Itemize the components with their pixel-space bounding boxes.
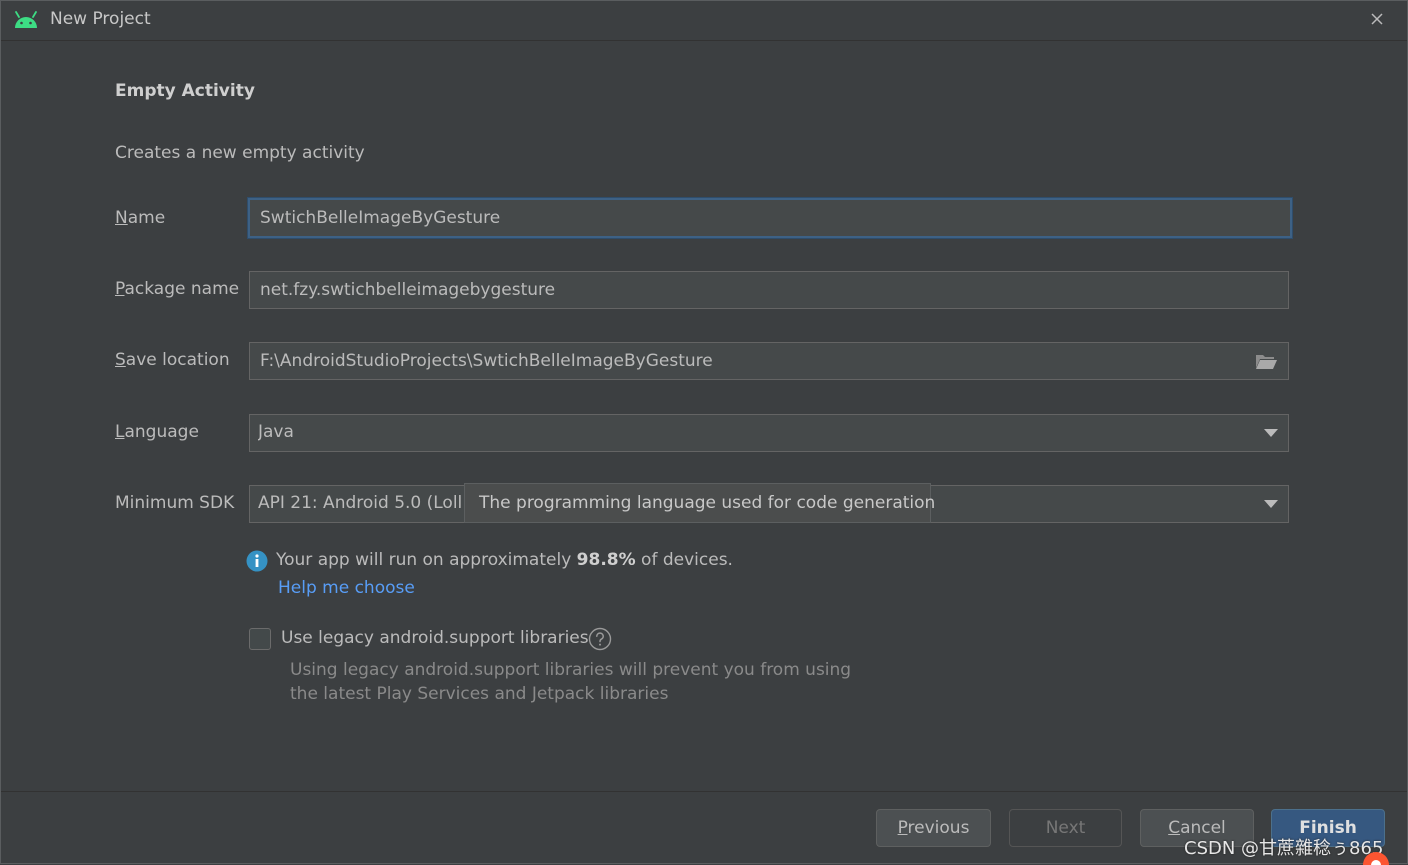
name-field[interactable] <box>248 198 1292 238</box>
footer-divider <box>1 791 1407 792</box>
help-question-icon[interactable] <box>588 627 612 651</box>
save-location-field[interactable] <box>249 342 1289 380</box>
previous-button[interactable]: Previous <box>876 809 991 847</box>
next-button[interactable]: Next <box>1009 809 1122 847</box>
save-location-label: Save location <box>115 350 230 370</box>
chevron-down-icon[interactable] <box>1264 429 1278 437</box>
chevron-down-icon[interactable] <box>1264 500 1278 508</box>
package-name-label: Package name <box>115 279 240 299</box>
new-project-dialog: New Project Empty Activity Creates a new… <box>0 0 1408 865</box>
minimum-sdk-selected-value: API 21: Android 5.0 (Lollipop) <box>258 493 463 513</box>
name-input[interactable] <box>250 200 1290 236</box>
title-bar: New Project <box>1 1 1407 41</box>
help-me-choose-link[interactable]: Help me choose <box>278 578 415 598</box>
name-label: Name <box>115 208 166 228</box>
folder-icon[interactable] <box>1254 351 1278 371</box>
window-title: New Project <box>50 9 151 29</box>
legacy-support-checkbox[interactable] <box>249 628 271 650</box>
language-label: Language <box>115 422 199 442</box>
info-icon <box>246 550 268 572</box>
csdn-watermark: CSDN @甘蔗雜稔ぅ865 <box>1184 838 1384 859</box>
legacy-support-label[interactable]: Use legacy android.support libraries <box>281 628 589 648</box>
language-tooltip: The programming language used for code g… <box>464 483 935 523</box>
package-name-field[interactable] <box>249 271 1289 309</box>
close-icon[interactable] <box>1367 9 1387 29</box>
csdn-logo-icon <box>1363 852 1389 865</box>
save-location-input[interactable] <box>250 343 1244 379</box>
device-coverage-text: Your app will run on approximately 98.8%… <box>276 550 733 570</box>
package-name-input[interactable] <box>250 272 1288 308</box>
template-heading: Empty Activity <box>115 81 255 101</box>
template-description: Creates a new empty activity <box>115 143 365 163</box>
coverage-percent: 98.8% <box>576 550 636 570</box>
legacy-support-note: Using legacy android.support libraries w… <box>290 660 852 704</box>
language-selected-value: Java <box>258 422 294 442</box>
language-dropdown[interactable]: Java <box>249 414 1289 452</box>
minimum-sdk-label: Minimum SDK <box>115 493 235 513</box>
android-icon <box>15 11 37 28</box>
